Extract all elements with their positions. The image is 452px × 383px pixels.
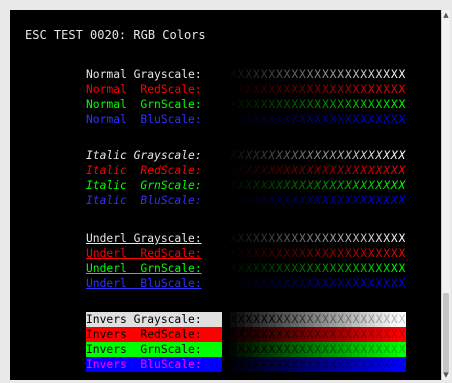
normal-green-row: Normal GrnScale: XXXXXXXXXXXXXXXXXXXXXXXX bbox=[86, 97, 406, 112]
scale-gradient: XXXXXXXXXXXXXXXXXXXXXXXX bbox=[222, 312, 406, 327]
normal-blue-row: Normal BluScale: XXXXXXXXXXXXXXXXXXXXXXXX bbox=[86, 112, 406, 127]
italic-group: Italic Grayscale: XXXXXXXXXXXXXXXXXXXXXXX… bbox=[86, 148, 406, 208]
scale-gradient: XXXXXXXXXXXXXXXXXXXXXXXX bbox=[222, 342, 406, 357]
scale-gradient: XXXXXXXXXXXXXXXXXXXXXXXX bbox=[222, 247, 406, 260]
invers-green-row: Invers GrnScale: XXXXXXXXXXXXXXXXXXXXXXXX bbox=[86, 342, 406, 357]
scale-label: Normal Grayscale: bbox=[86, 68, 202, 81]
italic-green-row: Italic GrnScale: XXXXXXXXXXXXXXXXXXXXXXXX bbox=[86, 178, 406, 193]
scale-label: Invers Grayscale: bbox=[86, 312, 222, 327]
normal-red-row: Normal RedScale: XXXXXXXXXXXXXXXXXXXXXXXX bbox=[86, 82, 406, 97]
scale-label: Italic BluScale: bbox=[86, 194, 202, 207]
invers-red-row: Invers RedScale: XXXXXXXXXXXXXXXXXXXXXXXX bbox=[86, 327, 406, 342]
invers-blue-row: Invers BluScale: XXXXXXXXXXXXXXXXXXXXXXXX bbox=[86, 357, 406, 372]
scale-gradient: XXXXXXXXXXXXXXXXXXXXXXXX bbox=[222, 98, 406, 111]
scale-gradient: XXXXXXXXXXXXXXXXXXXXXXXX bbox=[222, 357, 406, 372]
scale-gradient: XXXXXXXXXXXXXXXXXXXXXXXX bbox=[222, 113, 406, 126]
invers-group: Invers Grayscale: XXXXXXXXXXXXXXXXXXXXXXX… bbox=[86, 312, 406, 372]
italic-gray-row: Italic Grayscale: XXXXXXXXXXXXXXXXXXXXXXX… bbox=[86, 148, 406, 163]
scale-gradient: XXXXXXXXXXXXXXXXXXXXXXXX bbox=[222, 277, 406, 290]
scale-gradient: XXXXXXXXXXXXXXXXXXXXXXXX bbox=[222, 83, 406, 96]
scale-gradient: XXXXXXXXXXXXXXXXXXXXXXXX bbox=[222, 149, 406, 162]
scale-label: Underl Grayscale: bbox=[86, 232, 202, 245]
vertical-scrollbar[interactable]: ▲ ▼ bbox=[441, 10, 450, 380]
scale-gradient: XXXXXXXXXXXXXXXXXXXXXXXX bbox=[222, 327, 406, 342]
scale-label: Normal RedScale: bbox=[86, 83, 202, 96]
scale-label: Invers GrnScale: bbox=[86, 342, 222, 357]
underl-red-row: Underl RedScale: XXXXXXXXXXXXXXXXXXXXXXXX bbox=[86, 246, 406, 261]
underl-green-row: Underl GrnScale: XXXXXXXXXXXXXXXXXXXXXXXX bbox=[86, 261, 406, 276]
normal-group: Normal Grayscale: XXXXXXXXXXXXXXXXXXXXXXX… bbox=[86, 67, 406, 127]
invers-gray-row: Invers Grayscale: XXXXXXXXXXXXXXXXXXXXXXX… bbox=[86, 312, 406, 327]
normal-gray-row: Normal Grayscale: XXXXXXXXXXXXXXXXXXXXXXX… bbox=[86, 67, 406, 82]
scroll-down-arrow-icon[interactable]: ▼ bbox=[442, 371, 450, 379]
scale-label: Normal BluScale: bbox=[86, 113, 202, 126]
scale-gradient: XXXXXXXXXXXXXXXXXXXXXXXX bbox=[222, 68, 406, 81]
test-title: ESC TEST 0020: RGB Colors bbox=[25, 28, 206, 42]
scrollbar-thumb[interactable] bbox=[443, 293, 449, 374]
scale-label: Italic GrnScale: bbox=[86, 179, 202, 192]
italic-red-row: Italic RedScale: XXXXXXXXXXXXXXXXXXXXXXXX bbox=[86, 163, 406, 178]
scale-gradient: XXXXXXXXXXXXXXXXXXXXXXXX bbox=[222, 164, 406, 177]
scale-gradient: XXXXXXXXXXXXXXXXXXXXXXXX bbox=[222, 194, 406, 207]
scale-label: Underl RedScale: bbox=[86, 247, 202, 260]
scale-label: Underl GrnScale: bbox=[86, 262, 202, 275]
scale-gradient: XXXXXXXXXXXXXXXXXXXXXXXX bbox=[222, 232, 406, 245]
underl-gray-row: Underl Grayscale: XXXXXXXXXXXXXXXXXXXXXXX… bbox=[86, 231, 406, 246]
scroll-up-arrow-icon[interactable]: ▲ bbox=[442, 11, 450, 19]
scale-label: Invers RedScale: bbox=[86, 327, 222, 342]
scale-label: Underl BluScale: bbox=[86, 277, 202, 290]
scale-label: Italic RedScale: bbox=[86, 164, 202, 177]
scale-gradient: XXXXXXXXXXXXXXXXXXXXXXXX bbox=[222, 262, 406, 275]
scale-gradient: XXXXXXXXXXXXXXXXXXXXXXXX bbox=[222, 179, 406, 192]
scale-label: Invers BluScale: bbox=[86, 357, 222, 372]
terminal-window[interactable]: ESC TEST 0020: RGB Colors Normal Graysca… bbox=[10, 10, 441, 380]
scale-label: Normal GrnScale: bbox=[86, 98, 202, 111]
italic-blue-row: Italic BluScale: XXXXXXXXXXXXXXXXXXXXXXXX bbox=[86, 193, 406, 208]
scale-label: Italic Grayscale: bbox=[86, 149, 202, 162]
underl-group: Underl Grayscale: XXXXXXXXXXXXXXXXXXXXXXX… bbox=[86, 231, 406, 291]
underl-blue-row: Underl BluScale: XXXXXXXXXXXXXXXXXXXXXXXX bbox=[86, 276, 406, 291]
